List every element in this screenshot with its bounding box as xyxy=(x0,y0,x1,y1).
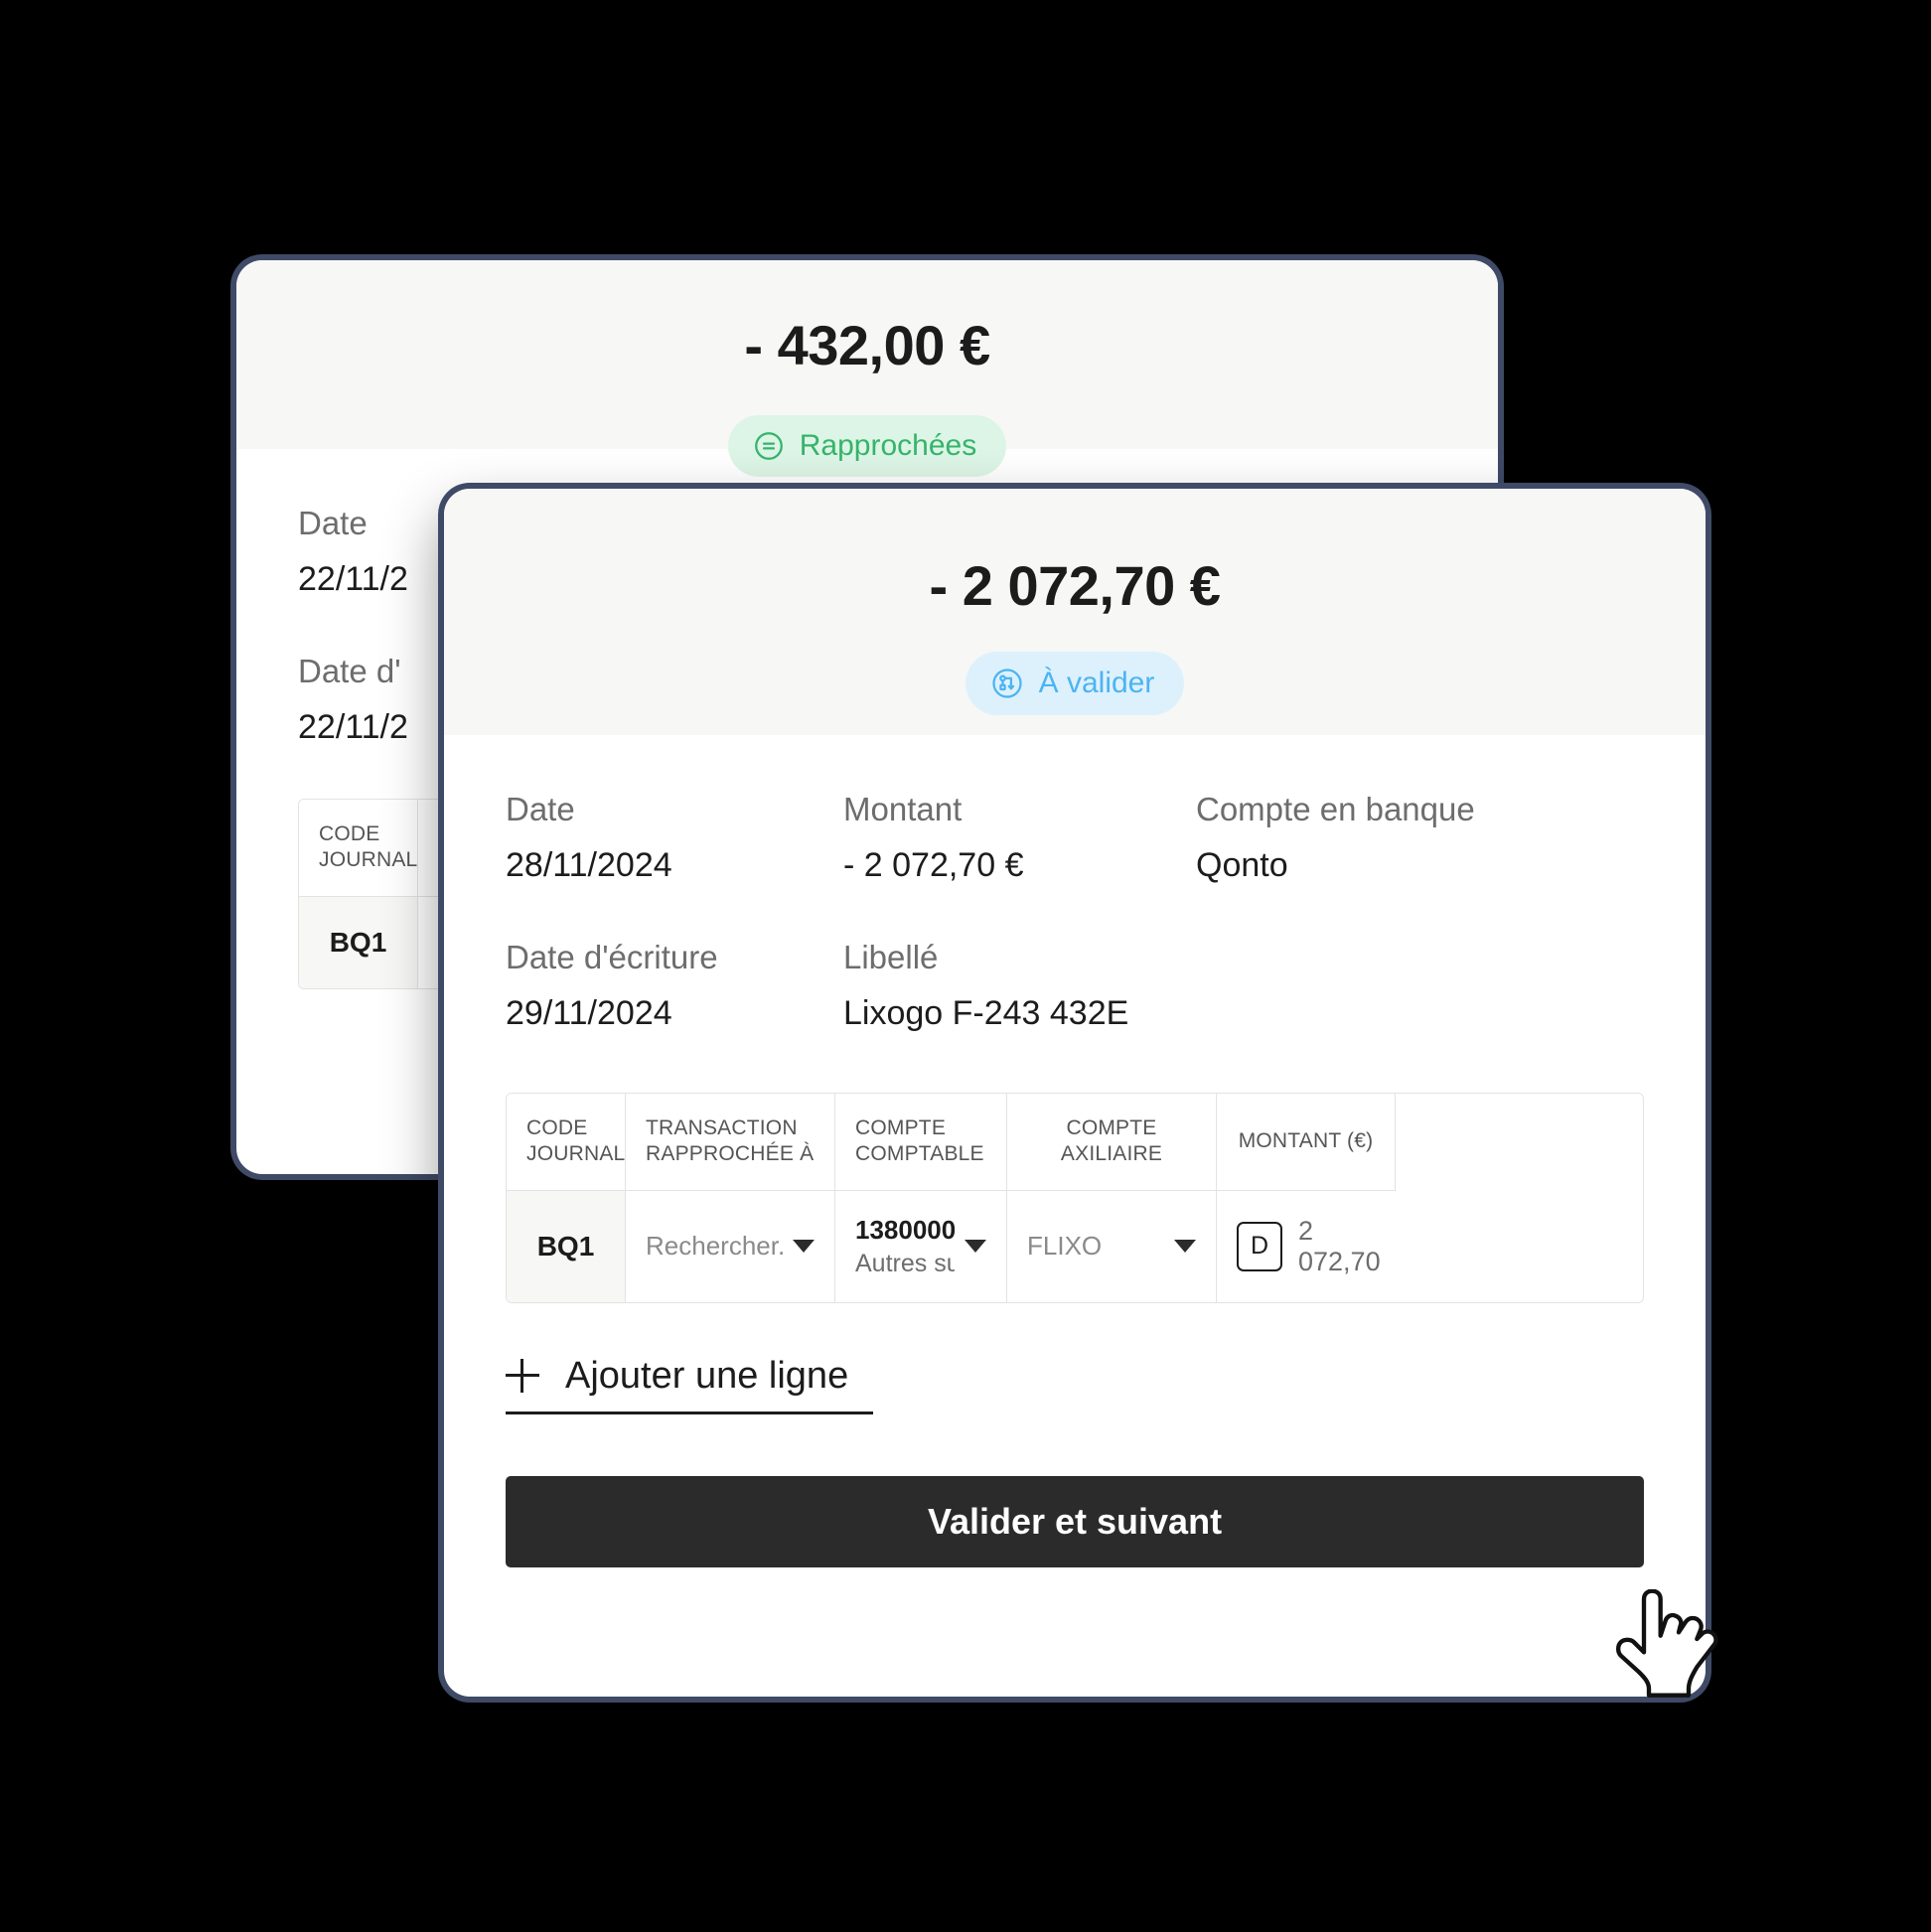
add-line-button[interactable]: Ajouter une ligne xyxy=(506,1355,873,1414)
field-libelle: Libellé Lixogo F-243 432E xyxy=(843,939,1196,1033)
auxiliary-account-value: FLIXO xyxy=(1027,1231,1103,1262)
column-header-transaction-rapprochee: TRANSACTION RAPPROCHÉE À xyxy=(626,1094,835,1191)
field-label: Date xyxy=(506,791,575,827)
compte-comptable-select[interactable]: 1380000 Autres su... xyxy=(835,1190,1007,1302)
chevron-down-icon xyxy=(793,1240,815,1254)
status-badge-label: À valider xyxy=(1038,667,1155,699)
validate-and-next-button[interactable]: Valider et suivant xyxy=(506,1475,1644,1567)
table-row: BQ1 xyxy=(507,1190,626,1302)
field-value: 28/11/2024 xyxy=(506,846,672,884)
account-code: 1380000 xyxy=(855,1214,955,1245)
field-value: - 2 072,70 € xyxy=(843,846,1024,884)
column-header-code-journal: CODE JOURNAL xyxy=(507,1094,626,1191)
chevron-down-icon xyxy=(965,1240,986,1254)
table-row: BQ1 xyxy=(299,896,418,988)
status-badge-reconciled: Rapprochées xyxy=(727,415,1007,477)
field-value: Qonto xyxy=(1196,846,1288,884)
chevron-down-icon xyxy=(1174,1240,1196,1254)
row-amount-value: 2 072,70 xyxy=(1298,1215,1381,1276)
field-montant: Montant - 2 072,70 € xyxy=(843,791,1196,885)
front-card-header: - 2 072,70 € À valider xyxy=(444,489,1706,735)
debit-credit-toggle[interactable]: D xyxy=(1237,1221,1282,1271)
status-badge-label: Rapprochées xyxy=(799,429,977,462)
field-compte-en-banque: Compte en banque Qonto xyxy=(1196,791,1644,885)
field-label: Montant xyxy=(843,791,963,827)
field-value: Lixogo F-243 432E xyxy=(843,994,1129,1032)
column-header-code-journal: CODE JOURNAL xyxy=(299,800,418,897)
column-header-compte-axiliaire: COMPTE AXILIAIRE xyxy=(1007,1094,1217,1191)
column-header-compte-comptable: COMPTE COMPTABLE xyxy=(835,1094,1007,1191)
field-label: Libellé xyxy=(843,939,939,975)
field-date-ecriture: Date d'écriture 29/11/2024 xyxy=(506,939,843,1033)
front-card-fields: Date 28/11/2024 Montant - 2 072,70 € Com… xyxy=(506,735,1644,1033)
field-label: Compte en banque xyxy=(1196,791,1475,827)
add-line-label: Ajouter une ligne xyxy=(565,1354,849,1397)
equals-circle-icon xyxy=(752,429,786,463)
scene: - 432,00 € Rapprochées Date 22/11/2 Date… xyxy=(0,0,1931,1932)
field-value: 29/11/2024 xyxy=(506,994,672,1032)
front-card-body: Date 28/11/2024 Montant - 2 072,70 € Com… xyxy=(444,735,1706,1567)
column-header-montant: MONTANT (€) xyxy=(1217,1094,1396,1191)
workflow-circle-icon xyxy=(989,666,1025,701)
compte-axiliaire-select[interactable]: FLIXO xyxy=(1007,1190,1217,1302)
transaction-select[interactable]: Rechercher... xyxy=(626,1190,835,1302)
transaction-select-placeholder: Rechercher... xyxy=(646,1231,783,1262)
plus-icon xyxy=(506,1359,539,1394)
status-badge-to-validate: À valider xyxy=(965,652,1185,715)
front-card-amount: - 2 072,70 € xyxy=(929,554,1221,617)
back-card-amount: - 432,00 € xyxy=(744,314,990,376)
account-name: Autres su... xyxy=(855,1249,955,1277)
field-date: Date 28/11/2024 xyxy=(506,791,843,885)
field-label: Date d'écriture xyxy=(506,939,718,975)
back-card-header: - 432,00 € Rapprochées xyxy=(236,260,1498,477)
front-entries-table: CODE JOURNAL TRANSACTION RAPPROCHÉE À CO… xyxy=(506,1093,1644,1303)
transaction-card-to-validate: - 2 072,70 € À valider Date 28/11/2024 M… xyxy=(444,489,1706,1697)
montant-cell[interactable]: D 2 072,70 xyxy=(1217,1190,1396,1302)
